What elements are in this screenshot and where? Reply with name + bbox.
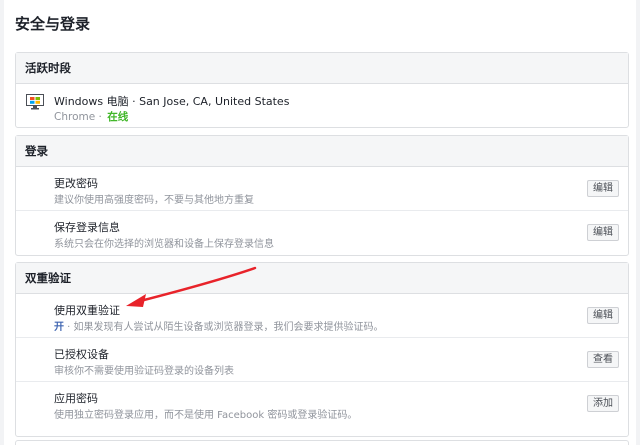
authorized-devices-desc: 审核你不需要使用验证码登录的设备列表: [54, 366, 234, 377]
login-section: 登录 更改密码 建议你使用高强度密码，不要与其他地方重复 编辑 保存登录信息 系…: [15, 135, 629, 256]
device-browser: Chrome ·: [54, 111, 106, 123]
windows-monitor-icon: [26, 94, 44, 110]
authorized-devices-row[interactable]: 已授权设备 审核你不需要使用验证码登录的设备列表 查看: [16, 338, 628, 382]
change-password-desc: 建议你使用高强度密码，不要与其他地方重复: [54, 195, 254, 206]
change-password-row[interactable]: 更改密码 建议你使用高强度密码，不要与其他地方重复 编辑: [16, 167, 628, 211]
page: 安全与登录 活跃时段 Windows 电脑 · San Jose, CA, Un…: [0, 0, 640, 445]
app-passwords-title: 应用密码: [54, 392, 98, 405]
two-factor-on-badge: 开: [54, 322, 64, 333]
use-two-factor-row[interactable]: 使用双重验证 开 · 如果发现有人尝试从陌生设备或浏览器登录，我们会要求提供验证…: [16, 294, 628, 338]
page-left-edge: [0, 0, 4, 445]
use-two-factor-desc-line: 开 · 如果发现有人尝试从陌生设备或浏览器登录，我们会要求提供验证码。: [54, 318, 384, 333]
online-status: 在线: [107, 111, 129, 123]
save-login-info-row[interactable]: 保存登录信息 系统只会在你选择的浏览器和设备上保存登录信息 编辑: [16, 211, 628, 255]
use-two-factor-desc: · 如果发现有人尝试从陌生设备或浏览器登录，我们会要求提供验证码。: [64, 322, 384, 333]
login-header: 登录: [16, 136, 628, 167]
device-browser-line: Chrome · 在线: [54, 109, 128, 124]
authorized-devices-title: 已授权设备: [54, 348, 109, 361]
active-sessions-section: 活跃时段 Windows 电脑 · San Jose, CA, United S…: [15, 52, 629, 128]
app-passwords-desc: 使用独立密码登录应用，而不是使用 Facebook 密码或登录验证码。: [54, 410, 358, 421]
two-factor-header: 双重验证: [16, 263, 628, 294]
app-passwords-row[interactable]: 应用密码 使用独立密码登录应用，而不是使用 Facebook 密码或登录验证码。…: [16, 382, 628, 426]
next-section-edge: [15, 440, 629, 445]
active-sessions-header: 活跃时段: [16, 53, 628, 84]
page-title: 安全与登录: [15, 15, 91, 33]
save-login-info-title: 保存登录信息: [54, 221, 120, 234]
two-factor-section: 双重验证 使用双重验证 开 · 如果发现有人尝试从陌生设备或浏览器登录，我们会要…: [15, 262, 629, 437]
app-passwords-add-button[interactable]: 添加: [587, 395, 619, 412]
save-login-info-edit-button[interactable]: 编辑: [587, 224, 619, 241]
device-row[interactable]: Windows 电脑 · San Jose, CA, United States…: [16, 84, 628, 128]
device-name: Windows 电脑 · San Jose, CA, United States: [54, 95, 290, 108]
change-password-title: 更改密码: [54, 177, 98, 190]
use-two-factor-title: 使用双重验证: [54, 304, 120, 317]
page-right-edge: [636, 0, 640, 445]
authorized-devices-view-button[interactable]: 查看: [587, 351, 619, 368]
two-factor-edit-button[interactable]: 编辑: [587, 307, 619, 324]
change-password-edit-button[interactable]: 编辑: [587, 180, 619, 197]
save-login-info-desc: 系统只会在你选择的浏览器和设备上保存登录信息: [54, 239, 274, 250]
